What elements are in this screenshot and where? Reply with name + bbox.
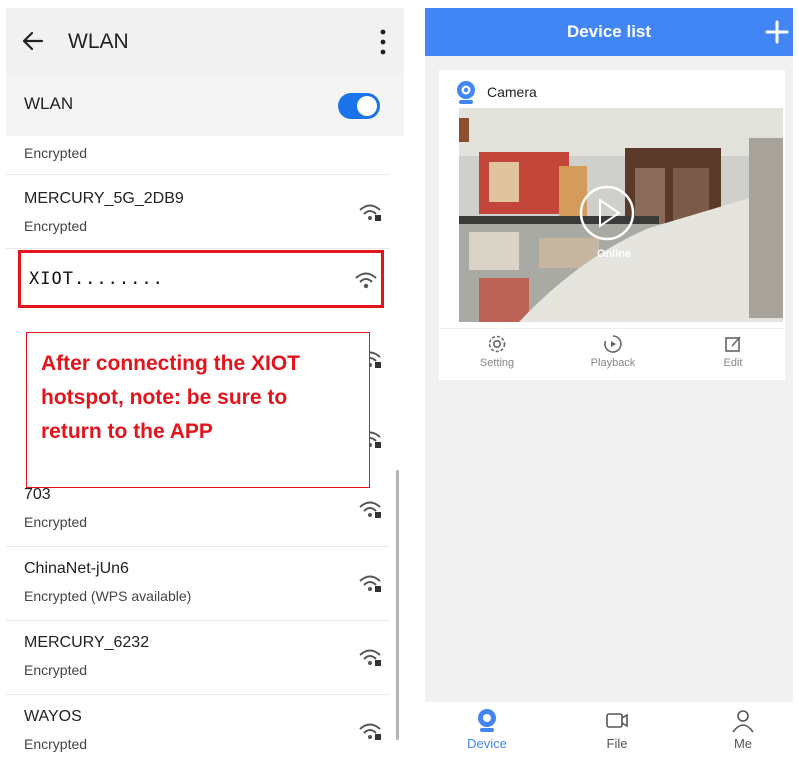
callout-line: hotspot, note: be sure to xyxy=(41,386,288,409)
network-status: Encrypted (WPS available) xyxy=(24,588,192,604)
wlan-settings-panel: WLAN WLAN Encrypted MERCURY_5G_2DB9 Encr… xyxy=(6,8,404,758)
network-status: Encrypted xyxy=(24,736,88,752)
tab-label-file: File xyxy=(606,736,628,751)
tab-device[interactable]: Device xyxy=(447,708,527,751)
setting-label: Setting xyxy=(479,357,515,369)
wifi-locked-icon xyxy=(359,575,381,592)
toggle-knob xyxy=(357,96,377,116)
network-name: ChinaNet-jUn6 xyxy=(24,560,129,577)
more-options-icon[interactable] xyxy=(378,28,388,56)
network-status: Encrypted xyxy=(24,145,88,161)
header-bar: Device list xyxy=(425,8,793,56)
camera-preview-image xyxy=(459,108,783,322)
add-device-icon[interactable] xyxy=(765,20,789,44)
page-title: WLAN xyxy=(68,30,129,53)
network-name-xiot: XIOT........ xyxy=(29,269,164,289)
wlan-toggle-switch[interactable] xyxy=(338,93,380,119)
camera-icon xyxy=(478,709,496,732)
wlan-top-bar: WLAN xyxy=(6,8,404,74)
scrollbar[interactable] xyxy=(396,470,399,740)
network-row[interactable]: WAYOS Encrypted xyxy=(6,694,390,758)
device-list-panel: Device list Camera Online Setting Playba… xyxy=(425,8,793,758)
network-status: Encrypted xyxy=(24,514,88,530)
network-row-partial[interactable]: Encrypted xyxy=(6,136,390,175)
tab-label-me: Me xyxy=(733,736,753,751)
edit-label: Edit xyxy=(723,357,743,369)
wifi-icon xyxy=(355,272,377,289)
device-name: Camera xyxy=(487,84,537,100)
network-row[interactable]: MERCURY_6232 Encrypted xyxy=(6,620,390,695)
network-name: WAYOS xyxy=(24,708,82,725)
network-name: MERCURY_6232 xyxy=(24,634,150,651)
camera-preview[interactable]: Online xyxy=(459,108,783,322)
person-icon xyxy=(732,710,754,733)
device-card[interactable]: Camera Online Setting Playback Edit xyxy=(439,70,785,380)
online-status-text: Online xyxy=(597,248,632,260)
wifi-locked-icon xyxy=(359,204,381,221)
video-file-icon xyxy=(606,713,628,728)
gear-icon xyxy=(488,335,506,353)
tab-file[interactable]: File xyxy=(577,708,657,751)
wifi-locked-icon xyxy=(359,501,381,518)
tab-me[interactable]: Me xyxy=(703,708,783,751)
network-row[interactable]: 703 Encrypted xyxy=(6,472,390,547)
playback-button[interactable]: Playback xyxy=(573,333,653,369)
camera-icon xyxy=(457,81,475,104)
network-status: Encrypted xyxy=(24,218,88,234)
highlighted-network-row[interactable]: XIOT........ xyxy=(18,250,384,308)
setting-button[interactable]: Setting xyxy=(457,333,537,369)
network-name: MERCURY_5G_2DB9 xyxy=(24,190,184,207)
tab-label-device: Device xyxy=(467,736,507,751)
network-status: Encrypted xyxy=(24,662,88,678)
network-name: 703 xyxy=(24,486,51,503)
network-row[interactable]: ChinaNet-jUn6 Encrypted (WPS available) xyxy=(6,546,390,621)
playback-label: Playback xyxy=(590,357,636,369)
wifi-locked-icon xyxy=(359,723,381,740)
back-arrow-icon[interactable] xyxy=(20,28,46,54)
network-row[interactable]: MERCURY_5G_2DB9 Encrypted xyxy=(6,174,390,249)
instruction-callout: After connecting the XIOT hotspot, note:… xyxy=(26,332,370,488)
edit-icon xyxy=(725,336,741,352)
callout-line: After connecting the XIOT xyxy=(41,352,301,375)
header-title: Device list xyxy=(566,22,652,41)
device-actions: Setting Playback Edit xyxy=(439,328,785,381)
bottom-tab-bar: Device File Me xyxy=(425,702,793,758)
wifi-locked-icon xyxy=(359,649,381,666)
edit-button[interactable]: Edit xyxy=(693,333,773,369)
playback-icon xyxy=(604,335,622,353)
wlan-toggle-row: WLAN xyxy=(6,74,404,136)
wlan-toggle-label: WLAN xyxy=(24,94,74,113)
callout-line: return to the APP xyxy=(41,420,213,443)
